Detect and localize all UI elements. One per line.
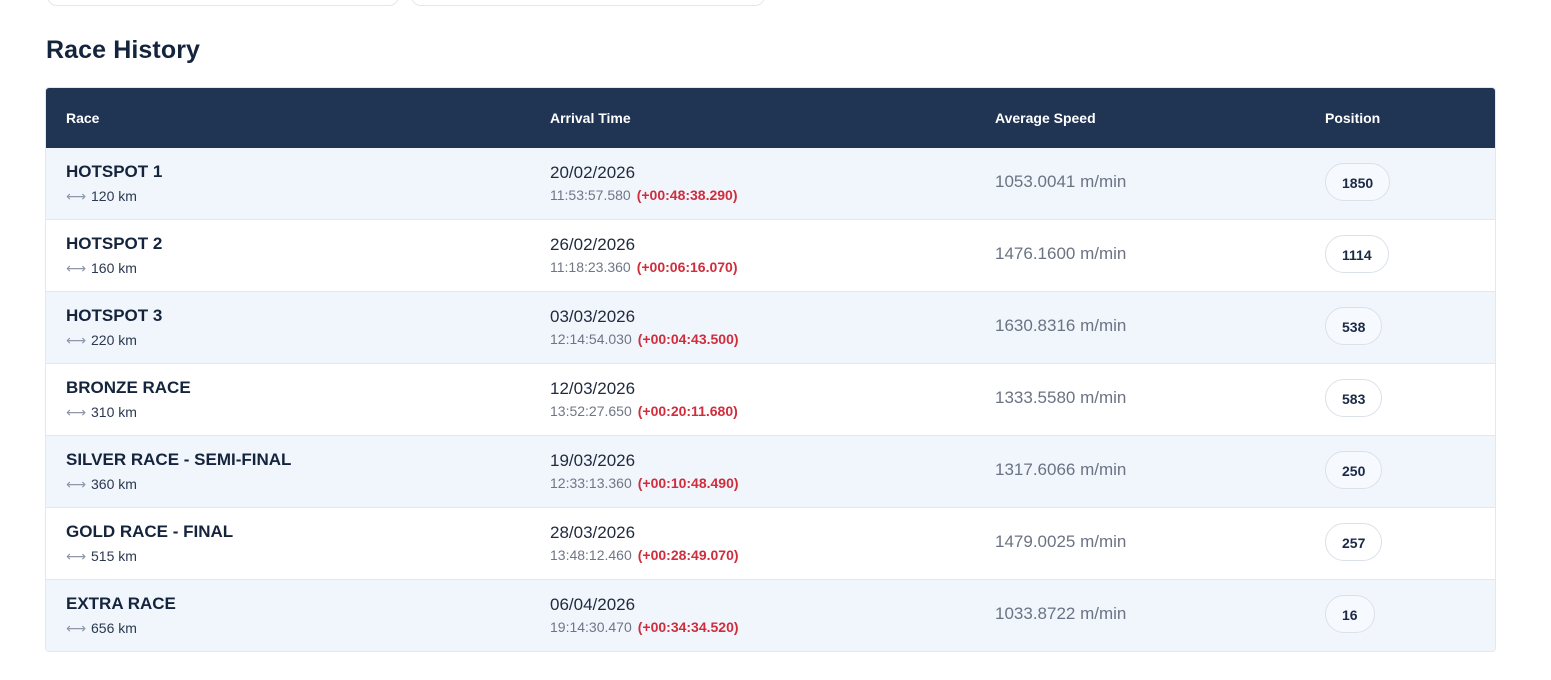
distance-value: 120 km — [91, 188, 137, 204]
horizontal-double-arrow-icon: ⟷ — [66, 260, 87, 276]
average-speed: 1317.6066 m/min — [995, 460, 1127, 479]
time-delta: (+00:48:38.290) — [636, 187, 738, 203]
horizontal-double-arrow-icon: ⟷ — [66, 332, 87, 348]
race-name: HOTSPOT 3 — [66, 306, 163, 325]
race-name: HOTSPOT 1 — [66, 162, 163, 181]
arrival-time: 13:52:27.650 (+00:20:11.680) — [550, 403, 738, 419]
time-delta: (+00:04:43.500) — [637, 331, 739, 347]
race-name: SILVER RACE - SEMI-FINAL — [66, 450, 292, 469]
time-delta: (+00:06:16.070) — [636, 259, 738, 275]
table-row: HOTSPOT 1 ⟷ 120 km 20/02/2026 11:53:57.5… — [46, 148, 1495, 219]
average-speed: 1033.8722 m/min — [995, 604, 1127, 623]
table-row: HOTSPOT 3 ⟷ 220 km 03/03/2026 12:14:54.0… — [46, 291, 1495, 363]
race-distance: ⟷ 220 km — [66, 332, 137, 348]
position-badge: 257 — [1325, 523, 1383, 561]
time-delta: (+00:28:49.070) — [637, 547, 739, 563]
position-badge: 1850 — [1325, 163, 1391, 201]
arrival-clock: 11:53:57.580 — [550, 187, 631, 203]
race-name: HOTSPOT 2 — [66, 234, 163, 253]
distance-value: 656 km — [91, 620, 137, 636]
average-speed: 1333.5580 m/min — [995, 388, 1127, 407]
header-average-speed: Average Speed — [995, 110, 1096, 126]
arrival-clock: 11:18:23.360 — [550, 259, 631, 275]
arrival-time: 11:18:23.360 (+00:06:16.070) — [550, 259, 738, 275]
distance-value: 220 km — [91, 332, 137, 348]
header-position: Position — [1325, 110, 1381, 126]
distance-value: 360 km — [91, 476, 137, 492]
arrival-clock: 19:14:30.470 — [550, 619, 632, 635]
race-name: BRONZE RACE — [66, 378, 191, 397]
table-row: SILVER RACE - SEMI-FINAL ⟷ 360 km 19/03/… — [46, 435, 1495, 507]
race-distance: ⟷ 360 km — [66, 476, 137, 492]
header-race: Race — [66, 110, 100, 126]
distance-value: 160 km — [91, 260, 137, 276]
top-tab-2[interactable] — [411, 0, 765, 6]
position-badge: 250 — [1325, 451, 1383, 489]
arrival-date: 03/03/2026 — [550, 307, 636, 326]
arrival-time: 12:33:13.360 (+00:10:48.490) — [550, 475, 739, 491]
position-badge: 1114 — [1325, 235, 1389, 273]
arrival-clock: 12:33:13.360 — [550, 475, 632, 491]
arrival-date: 20/02/2026 — [550, 163, 636, 182]
race-name: GOLD RACE - FINAL — [66, 522, 234, 541]
average-speed: 1476.1600 m/min — [995, 244, 1127, 263]
race-distance: ⟷ 656 km — [66, 620, 137, 636]
table-row: HOTSPOT 2 ⟷ 160 km 26/02/2026 11:18:23.3… — [46, 219, 1495, 291]
arrival-date: 28/03/2026 — [550, 523, 636, 542]
time-delta: (+00:34:34.520) — [637, 619, 739, 635]
table-row: EXTRA RACE ⟷ 656 km 06/04/2026 19:14:30.… — [46, 579, 1495, 651]
race-distance: ⟷ 160 km — [66, 260, 137, 276]
section-title: Race History — [46, 36, 201, 64]
race-name: EXTRA RACE — [66, 594, 176, 613]
position-badge: 16 — [1325, 595, 1375, 633]
time-delta: (+00:20:11.680) — [637, 403, 738, 419]
horizontal-double-arrow-icon: ⟷ — [66, 620, 87, 636]
arrival-date: 12/03/2026 — [550, 379, 636, 398]
arrival-date: 26/02/2026 — [550, 235, 636, 254]
horizontal-double-arrow-icon: ⟷ — [66, 548, 87, 564]
arrival-time: 13:48:12.460 (+00:28:49.070) — [550, 547, 739, 563]
top-tab-1[interactable] — [47, 0, 399, 6]
position-badge: 583 — [1325, 379, 1383, 417]
average-speed: 1479.0025 m/min — [995, 532, 1127, 551]
race-distance: ⟷ 310 km — [66, 404, 137, 420]
table-header: Race Arrival Time Average Speed Position — [46, 88, 1495, 148]
top-tab-bar — [47, 0, 765, 6]
horizontal-double-arrow-icon: ⟷ — [66, 476, 87, 492]
arrival-date: 19/03/2026 — [550, 451, 636, 470]
average-speed: 1053.0041 m/min — [995, 172, 1127, 191]
distance-value: 310 km — [91, 404, 137, 420]
table-body: HOTSPOT 1 ⟷ 120 km 20/02/2026 11:53:57.5… — [46, 148, 1495, 651]
race-history-table: Race Arrival Time Average Speed Position… — [45, 87, 1496, 652]
average-speed: 1630.8316 m/min — [995, 316, 1127, 335]
horizontal-double-arrow-icon: ⟷ — [66, 404, 87, 420]
race-distance: ⟷ 515 km — [66, 548, 137, 564]
arrival-clock: 13:52:27.650 — [550, 403, 632, 419]
arrival-time: 12:14:54.030 (+00:04:43.500) — [550, 331, 739, 347]
position-badge: 538 — [1325, 307, 1383, 345]
table-row: BRONZE RACE ⟷ 310 km 12/03/2026 13:52:27… — [46, 363, 1495, 435]
arrival-time: 19:14:30.470 (+00:34:34.520) — [550, 619, 739, 635]
time-delta: (+00:10:48.490) — [637, 475, 739, 491]
table-row: GOLD RACE - FINAL ⟷ 515 km 28/03/2026 13… — [46, 507, 1495, 579]
header-arrival-time: Arrival Time — [550, 110, 631, 126]
arrival-date: 06/04/2026 — [550, 595, 636, 614]
distance-value: 515 km — [91, 548, 137, 564]
race-distance: ⟷ 120 km — [66, 188, 137, 204]
horizontal-double-arrow-icon: ⟷ — [66, 188, 87, 204]
arrival-time: 11:53:57.580 (+00:48:38.290) — [550, 187, 738, 203]
arrival-clock: 12:14:54.030 — [550, 331, 632, 347]
arrival-clock: 13:48:12.460 — [550, 547, 632, 563]
